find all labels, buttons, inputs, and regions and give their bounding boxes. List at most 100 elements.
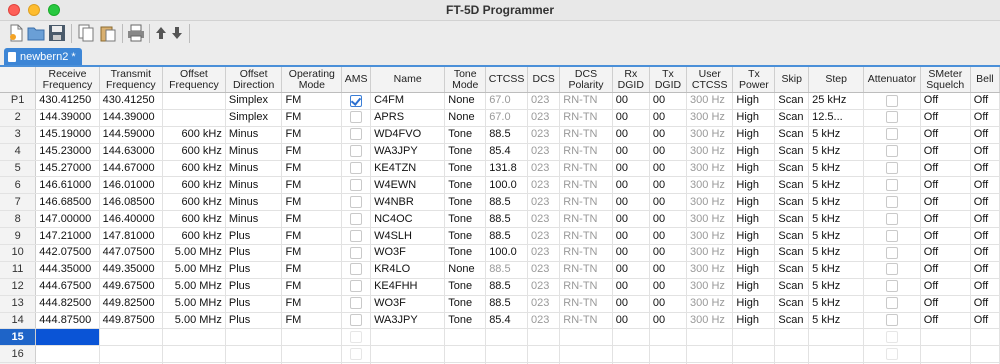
attenuator-checkbox[interactable] — [885, 314, 898, 327]
cell-tx[interactable]: 144.39000 — [99, 109, 164, 127]
attenuator-checkbox[interactable] — [885, 178, 898, 191]
cell-rxd[interactable]: 00 — [612, 210, 650, 229]
cell-bell[interactable]: Off — [970, 176, 1000, 195]
attenuator-checkbox[interactable] — [885, 246, 898, 259]
cell-tmode[interactable]: None — [444, 261, 487, 279]
cell-skip[interactable]: Scan — [774, 210, 810, 229]
ams-checkbox[interactable] — [350, 94, 363, 107]
cell-bell[interactable]: Off — [970, 109, 1000, 127]
cell-rxd[interactable]: 00 — [612, 295, 650, 313]
cell-name[interactable]: W4NBR — [370, 193, 446, 212]
cell-offf[interactable]: 5.00 MHz — [162, 278, 226, 296]
cell-uct[interactable] — [686, 328, 734, 347]
cell-pol[interactable]: RN-TN — [559, 109, 613, 127]
cell-tmode[interactable] — [444, 328, 487, 347]
cell-name[interactable]: WA3JPY — [370, 312, 446, 330]
cell-ams[interactable] — [341, 345, 372, 364]
cell-offd[interactable]: Simplex — [225, 109, 283, 127]
cell-dcs[interactable]: 023 — [527, 160, 561, 178]
cell-ctcss[interactable]: 88.5 — [485, 210, 528, 229]
cell-offf[interactable] — [162, 92, 226, 110]
cell-rxd[interactable]: 00 — [612, 143, 650, 161]
cell-skip[interactable]: Scan — [774, 261, 810, 279]
channel-grid[interactable]: Receive Frequency Transmit Frequency Offset F… — [0, 67, 1000, 364]
cell-ctcss[interactable]: 100.0 — [485, 176, 528, 195]
cell-sm[interactable]: Off — [920, 176, 971, 195]
cell-tmode[interactable]: Tone — [444, 126, 487, 144]
cell-uct[interactable]: 300 Hz — [686, 193, 734, 212]
cell-name[interactable]: NC4OC — [370, 210, 446, 229]
cell-rx[interactable]: 147.21000 — [35, 227, 100, 246]
cell-skip[interactable]: Scan — [774, 109, 810, 127]
cell-step[interactable] — [808, 345, 865, 364]
cell-tx[interactable]: 447.07500 — [99, 244, 164, 262]
cell-pol[interactable]: RN-TN — [559, 312, 613, 330]
column-header[interactable]: Tx Power — [732, 67, 776, 93]
cell-dcs[interactable]: 023 — [527, 193, 561, 212]
cell-att[interactable] — [863, 261, 921, 279]
row-number[interactable]: 7 — [0, 193, 37, 212]
cell-pwr[interactable]: High — [732, 126, 776, 144]
cell-tx[interactable]: 449.87500 — [99, 312, 164, 330]
cell-txd[interactable]: 00 — [649, 160, 688, 178]
cell-ctcss[interactable]: 67.0 — [485, 92, 528, 110]
row-number[interactable]: 15 — [0, 328, 37, 347]
cell-uct[interactable]: 300 Hz — [686, 312, 734, 330]
cell-sm[interactable] — [920, 345, 971, 364]
channel-row[interactable]: 6 146.61000 146.01000 600 kHz Minus FM W4EWN To… — [0, 176, 1000, 195]
cell-att[interactable] — [863, 126, 921, 144]
cell-pol[interactable] — [559, 345, 613, 364]
cell-bell[interactable] — [970, 345, 1000, 364]
cell-tmode[interactable]: Tone — [444, 295, 487, 313]
cell-rx[interactable]: 430.41250 — [35, 92, 100, 110]
column-header[interactable]: Operating Mode — [281, 67, 343, 93]
cell-att[interactable] — [863, 244, 921, 262]
cell-tx[interactable]: 449.82500 — [99, 295, 164, 313]
cell-ams[interactable] — [341, 278, 372, 296]
cell-ams[interactable] — [341, 312, 372, 330]
cell-dcs[interactable]: 023 — [527, 312, 561, 330]
cell-uct[interactable]: 300 Hz — [686, 160, 734, 178]
cell-name[interactable]: W4EWN — [370, 176, 446, 195]
cell-bell[interactable]: Off — [970, 193, 1000, 212]
ams-checkbox[interactable] — [350, 145, 363, 158]
cell-rx[interactable]: 144.39000 — [35, 109, 100, 127]
cell-step[interactable]: 5 kHz — [808, 160, 865, 178]
ams-checkbox[interactable] — [350, 347, 363, 360]
cell-pwr[interactable]: High — [732, 160, 776, 178]
cell-att[interactable] — [863, 210, 921, 229]
cell-ams[interactable] — [341, 193, 372, 212]
column-header[interactable]: Tone Mode — [444, 67, 487, 93]
cell-dcs[interactable]: 023 — [527, 278, 561, 296]
column-header[interactable]: Offset Frequency — [162, 67, 226, 93]
attenuator-checkbox[interactable] — [885, 145, 898, 158]
cell-uct[interactable]: 300 Hz — [686, 126, 734, 144]
cell-step[interactable]: 5 kHz — [808, 261, 865, 279]
cell-txd[interactable]: 00 — [649, 261, 688, 279]
column-header[interactable]: Offset Direction — [225, 67, 283, 93]
attenuator-checkbox[interactable] — [885, 162, 898, 175]
cell-bell[interactable]: Off — [970, 244, 1000, 262]
cell-pol[interactable]: RN-TN — [559, 176, 613, 195]
cell-pwr[interactable]: High — [732, 193, 776, 212]
cell-bell[interactable]: Off — [970, 126, 1000, 144]
cell-offf[interactable] — [162, 109, 226, 127]
cell-ctcss[interactable]: 88.5 — [485, 193, 528, 212]
channel-row[interactable]: 11 444.35000 449.35000 5.00 MHz Plus FM KR4LO N… — [0, 261, 1000, 279]
channel-row[interactable]: P1 430.41250 430.41250 Simplex FM C4FM None 67.… — [0, 92, 1000, 110]
row-number[interactable]: P1 — [0, 92, 37, 110]
cell-step[interactable]: 5 kHz — [808, 143, 865, 161]
attenuator-checkbox[interactable] — [885, 195, 898, 208]
ams-checkbox[interactable] — [350, 314, 363, 327]
row-number[interactable]: 3 — [0, 126, 37, 144]
channel-row[interactable]: 12 444.67500 449.67500 5.00 MHz Plus FM KE4FHH… — [0, 278, 1000, 296]
cell-att[interactable] — [863, 295, 921, 313]
cell-name[interactable]: WD4FVO — [370, 126, 446, 144]
cell-tx[interactable]: 449.35000 — [99, 261, 164, 279]
cell-txd[interactable]: 00 — [649, 92, 688, 110]
cell-pol[interactable]: RN-TN — [559, 244, 613, 262]
cell-name[interactable]: WO3F — [370, 295, 446, 313]
cell-ctcss[interactable] — [485, 328, 528, 347]
cell-mode[interactable]: FM — [281, 210, 343, 229]
cell-rxd[interactable]: 00 — [612, 312, 650, 330]
